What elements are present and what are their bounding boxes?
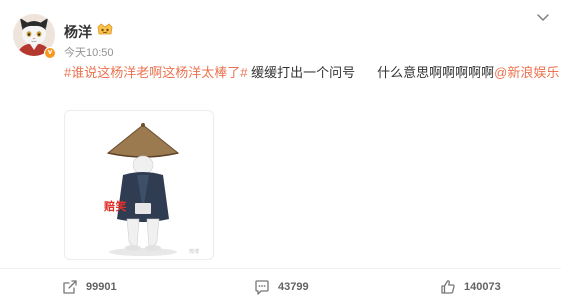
comment-count: 43799 [278, 281, 309, 293]
post-body-text: 缓缓打出一个问号 [251, 65, 356, 80]
sticker-figure-icon [106, 123, 180, 256]
repost-icon [63, 280, 77, 294]
author-name[interactable]: 杨洋 [64, 22, 92, 42]
post-body-text-2: 什么意思啊啊啊啊啊 [377, 65, 495, 80]
chevron-down-icon[interactable] [536, 12, 550, 24]
comment-button[interactable]: 43799 [254, 278, 309, 296]
like-icon [441, 280, 455, 294]
post-image[interactable]: 赔笑 微博 [64, 110, 214, 260]
image-watermark: 微博 [189, 249, 200, 255]
comment-icon [255, 280, 269, 295]
weibo-post-card: v 杨洋 今天10:50 #谁说这杨洋老啊这杨洋太棒了# 缓缓打出一个问号 什么意… [0, 0, 561, 306]
post-timestamp[interactable]: 今天10:50 [64, 44, 114, 60]
hashtag-link[interactable]: #谁说这杨洋老啊这杨洋太棒了# [64, 65, 247, 80]
post-text: #谁说这杨洋老啊这杨洋太棒了# 缓缓打出一个问号 什么意思啊啊啊啊啊@新浪娱乐 [64, 64, 559, 82]
repost-button[interactable]: 99901 [62, 278, 117, 296]
repost-count: 99901 [86, 281, 117, 293]
footer-divider [0, 268, 561, 269]
sticker-caption: 赔笑 [104, 200, 127, 213]
vip-crown-icon[interactable] [96, 21, 114, 37]
like-button[interactable]: 140073 [440, 278, 501, 296]
like-count: 140073 [464, 281, 501, 293]
mention-link[interactable]: @新浪娱乐 [494, 65, 559, 80]
verified-v-icon: v [44, 47, 56, 59]
